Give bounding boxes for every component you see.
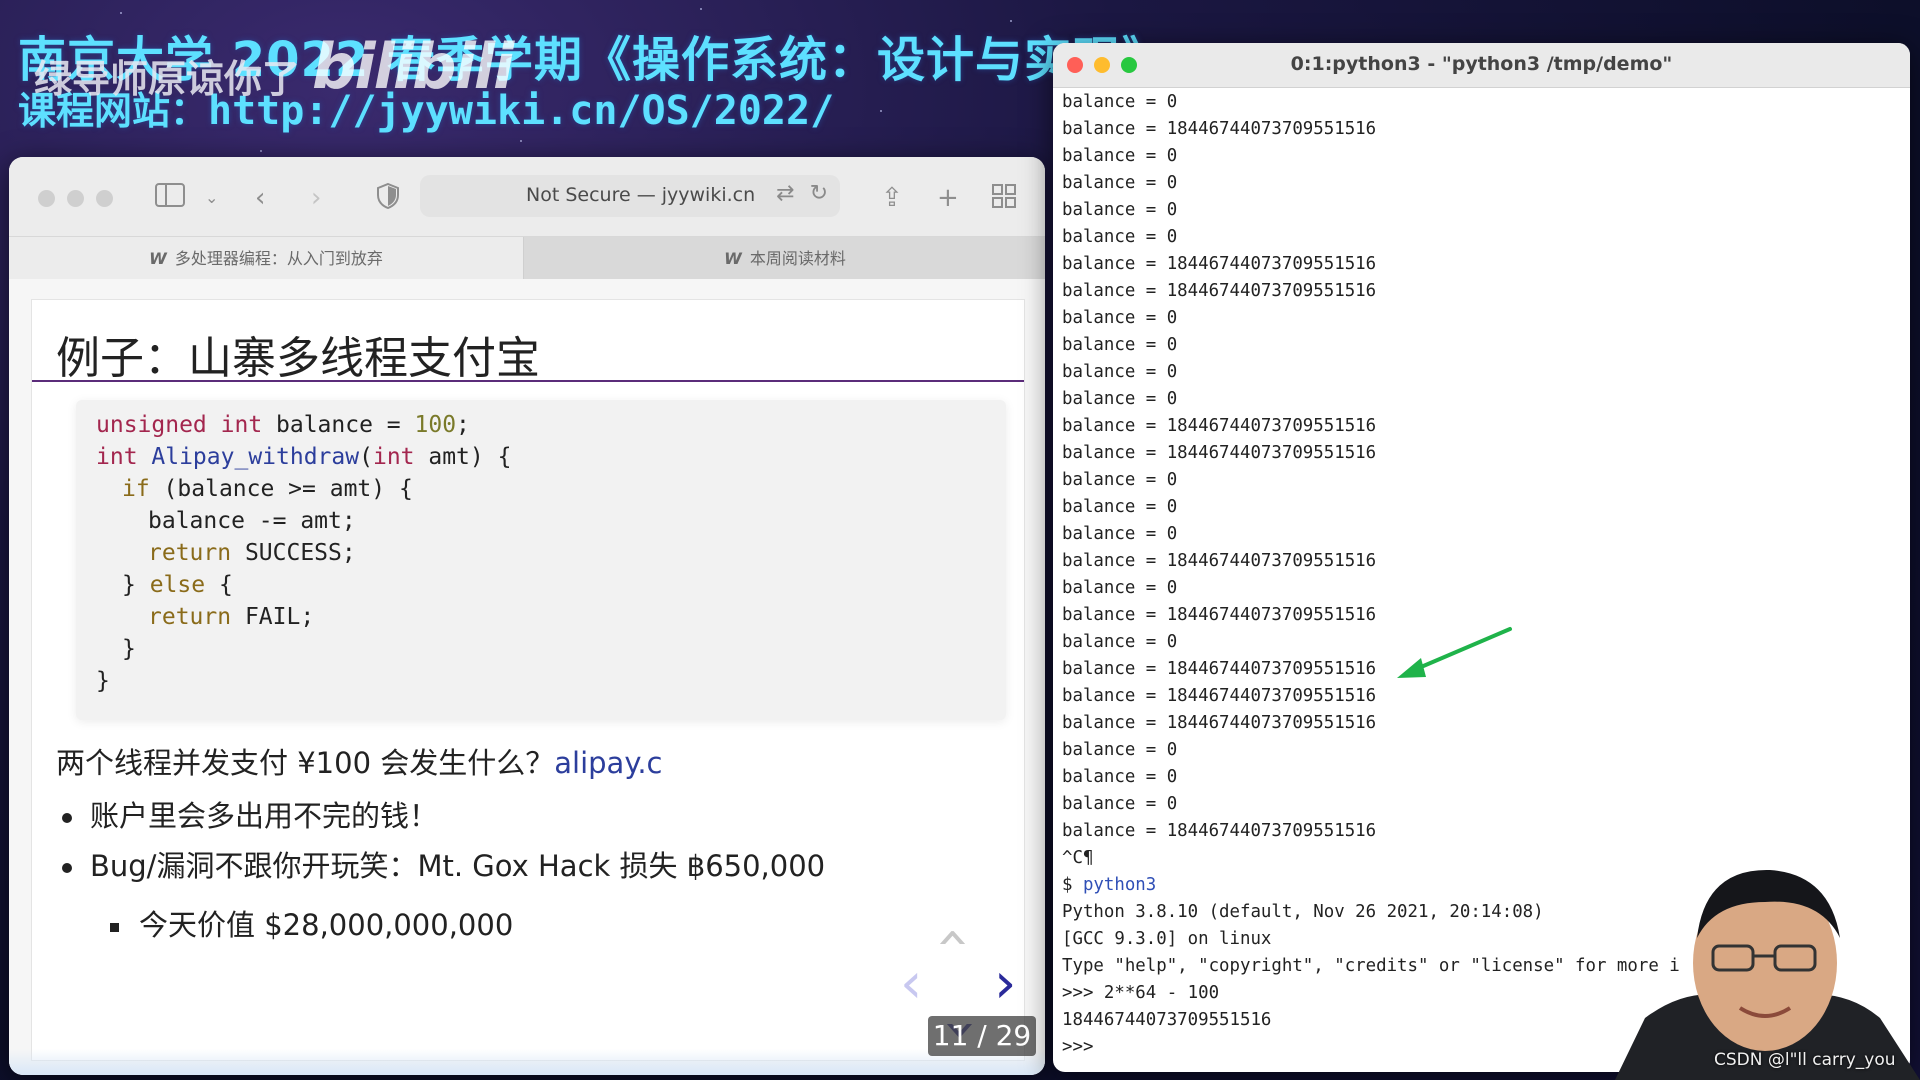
terminal-line: balance = 0 — [1062, 470, 1178, 490]
reload-icon[interactable]: ↻ — [810, 181, 828, 206]
tab-overview-icon[interactable] — [991, 183, 1017, 216]
slide-prev-icon[interactable]: ‹ — [900, 956, 922, 1012]
presenter-webcam — [1615, 869, 1920, 1080]
question-text: 两个线程并发支付 ¥100 会发生什么？ — [56, 746, 555, 780]
terminal-line: balance = 18446744073709551516 — [1062, 686, 1377, 706]
terminal-line: balance = 18446744073709551516 — [1062, 416, 1377, 436]
tab-weekly-reading[interactable]: W 本周阅读材料 — [523, 237, 1045, 280]
terminal-line: balance = 0 — [1062, 335, 1178, 355]
terminal-line: balance = 0 — [1062, 578, 1178, 598]
code-line: return FAIL; — [148, 604, 315, 630]
background-star — [700, 8, 702, 10]
terminal-line: balance = 18446744073709551516 — [1062, 713, 1377, 733]
address-bar[interactable]: Not Secure — jyywiki.cn ⇄ ↻ — [420, 175, 840, 217]
background-star — [120, 12, 122, 14]
terminal-line: balance = 0 — [1062, 200, 1178, 220]
code-line: if (balance >= amt) { — [122, 476, 413, 502]
minimize-window-button[interactable] — [67, 190, 84, 207]
terminal-line: balance = 18446744073709551516 — [1062, 119, 1377, 139]
terminal-line: balance = 18446744073709551516 — [1062, 551, 1377, 571]
bullet-text: Bug/漏洞不跟你开玩笑：Mt. Gox Hack 损失 ฿650,000 — [90, 849, 826, 883]
bullet-item: Bug/漏洞不跟你开玩笑：Mt. Gox Hack 损失 ฿650,000 — [62, 843, 825, 885]
sub-bullet-text: 今天价值 $28,000,000,000 — [139, 908, 514, 942]
bullet-item: 账户里会多出用不完的钱！ — [62, 793, 438, 835]
close-window-button[interactable] — [38, 190, 55, 207]
sidebar-toggle-icon[interactable] — [155, 183, 185, 214]
new-tab-icon[interactable]: + — [937, 183, 959, 213]
bilibili-logo: bilibili — [312, 30, 514, 103]
course-site-url: http://jyywiki.cn/OS/2022/ — [208, 88, 835, 134]
page-content: 例子：山寨多线程支付宝 unsigned int balance = 100; … — [9, 279, 1045, 1075]
terminal-line: balance = 0 — [1062, 524, 1178, 544]
translate-icon[interactable]: ⇄ — [776, 181, 794, 206]
wiki-icon: W — [149, 249, 167, 268]
csdn-watermark: CSDN @l"ll carry_you — [1714, 1050, 1896, 1070]
code-line: return SUCCESS; — [148, 540, 356, 566]
terminal-line: balance = 0 — [1062, 308, 1178, 328]
wiki-icon: W — [724, 249, 742, 268]
code-line: unsigned int balance = 100; — [96, 412, 470, 438]
code-line: } — [96, 668, 110, 694]
code-block: unsigned int balance = 100; int Alipay_w… — [76, 400, 1006, 720]
chevron-down-icon[interactable]: ⌄ — [205, 183, 218, 213]
terminal-line: balance = 18446744073709551516 — [1062, 281, 1377, 301]
bullet-text: 账户里会多出用不完的钱！ — [90, 799, 439, 833]
terminal-line: balance = 0 — [1062, 740, 1178, 760]
tab-multiprocessor-programming[interactable]: W 多处理器编程：从入门到放弃 — [9, 237, 523, 280]
slide: 例子：山寨多线程支付宝 unsigned int balance = 100; … — [31, 299, 1025, 1061]
alipay-source-link[interactable]: alipay.c — [554, 746, 662, 780]
forward-icon[interactable]: › — [311, 183, 321, 213]
back-icon[interactable]: ‹ — [255, 183, 265, 213]
terminal-line: balance = 0 — [1062, 794, 1178, 814]
sub-bullet-item: 今天价值 $28,000,000,000 — [110, 902, 513, 944]
slide-title-underline — [32, 380, 1024, 382]
terminal-line: balance = 0 — [1062, 227, 1178, 247]
tab-label: 本周阅读材料 — [749, 249, 846, 268]
danmaku-comment: 绿导师原谅你了 — [34, 57, 301, 101]
terminal-line: balance = 0 — [1062, 389, 1178, 409]
code-line: } — [122, 636, 136, 662]
browser-window: ⌄ ‹ › Not Secure — jyywiki.cn ⇄ ↻ ⇪ + W多… — [9, 157, 1045, 1075]
bullet-dot — [62, 813, 72, 823]
terminal-line: balance = 0 — [1062, 362, 1178, 382]
slide-title: 例子：山寨多线程支付宝 — [56, 333, 540, 384]
terminal-line: balance = 0 — [1062, 767, 1178, 787]
browser-toolbar: ⌄ ‹ › Not Secure — jyywiki.cn ⇄ ↻ ⇪ + — [9, 157, 1045, 236]
zoom-window-button[interactable] — [96, 190, 113, 207]
code-line: } else { — [122, 572, 233, 598]
tab-label: 多处理器编程：从入门到放弃 — [174, 249, 383, 268]
background-star — [260, 150, 262, 152]
slide-nav-up-icon[interactable]: › — [918, 927, 983, 949]
terminal-titlebar: 0:1:python3 - "python3 /tmp/demo" — [1053, 43, 1910, 88]
address-bar-actions: ⇄ ↻ — [776, 181, 828, 206]
terminal-line: balance = 18446744073709551516 — [1062, 254, 1377, 274]
slide-next-icon[interactable]: › — [994, 956, 1016, 1012]
address-bar-text: Not Secure — jyywiki.cn — [526, 184, 756, 206]
terminal-title: 0:1:python3 - "python3 /tmp/demo" — [1290, 53, 1673, 75]
bullet-dot — [62, 863, 72, 873]
share-icon[interactable]: ⇪ — [881, 183, 903, 213]
tab-bar: W 多处理器编程：从入门到放弃 W 本周阅读材料 — [9, 236, 1045, 280]
privacy-shield-icon[interactable] — [377, 182, 399, 216]
terminal-line: balance = 18446744073709551516 — [1062, 443, 1377, 463]
slide-page-counter: 11 / 29 — [928, 1016, 1036, 1056]
background-star — [880, 110, 882, 112]
code-line: balance -= amt; — [148, 508, 356, 534]
bullet-square — [110, 922, 119, 932]
terminal-line: balance = 0 — [1062, 497, 1178, 517]
annotation-arrow-icon — [1397, 627, 1512, 678]
terminal-line: balance = 0 — [1062, 173, 1178, 193]
slide-question: 两个线程并发支付 ¥100 会发生什么？alipay.c — [56, 740, 663, 782]
terminal-line: balance = 0 — [1062, 146, 1178, 166]
code-line: int Alipay_withdraw(int amt) { — [96, 444, 512, 470]
terminal-line: balance = 0 — [1062, 92, 1178, 112]
terminal-line: balance = 18446744073709551516 — [1062, 821, 1377, 841]
background-star — [520, 140, 522, 142]
page-bottom-wave — [9, 1049, 1045, 1075]
